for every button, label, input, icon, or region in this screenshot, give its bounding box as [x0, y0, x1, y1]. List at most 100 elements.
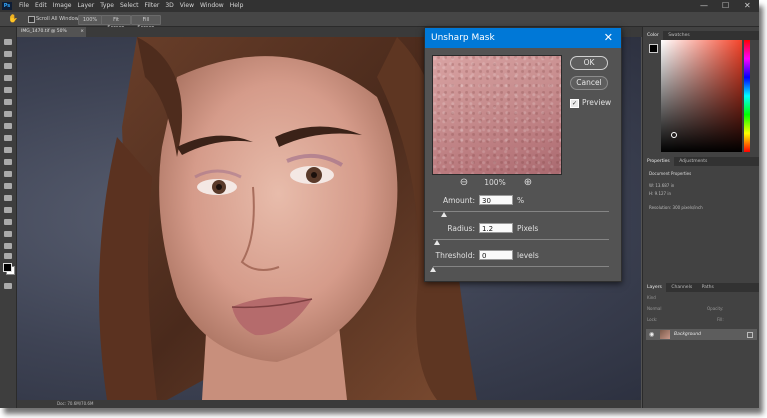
fit-screen-button[interactable]: Fit Screen: [101, 15, 131, 31]
zoom-100-button[interactable]: 100%: [78, 15, 102, 25]
dodge-tool-icon[interactable]: [4, 195, 12, 201]
width-value: W: 13.687 in: [649, 183, 675, 188]
cancel-button[interactable]: Cancel: [570, 76, 608, 90]
zoom-in-icon[interactable]: ⊕: [521, 176, 535, 190]
color-panel-foreground-swatch[interactable]: [649, 44, 658, 53]
blend-mode-select[interactable]: Normal: [647, 306, 661, 311]
menu-view[interactable]: View: [180, 0, 194, 12]
hand-tool-panel-icon[interactable]: [4, 243, 12, 249]
threshold-slider-track[interactable]: [433, 266, 609, 267]
window-close-icon[interactable]: ✕: [744, 0, 751, 12]
photoshop-logo-icon: Ps: [2, 2, 12, 10]
document-tab-close-icon[interactable]: ×: [80, 27, 84, 37]
clone-stamp-tool-icon[interactable]: [4, 135, 12, 141]
eyedropper-tool-icon[interactable]: [4, 99, 12, 105]
tools-panel: [0, 27, 17, 408]
scroll-all-windows-label: Scroll All Windows: [36, 16, 82, 22]
document-properties-label: Document Properties: [649, 171, 692, 176]
menu-select[interactable]: Select: [120, 0, 139, 12]
document-tab[interactable]: IMG_1470.tif @ 50% (RGB/8*) ×: [17, 27, 87, 44]
menu-type[interactable]: Type: [100, 0, 114, 12]
filter-preview-window[interactable]: [432, 55, 562, 175]
radius-unit: Pixels: [517, 224, 539, 233]
threshold-input[interactable]: 0: [479, 250, 513, 260]
status-bar: Doc: 70.6M/70.6M: [17, 400, 641, 408]
crop-tool-icon[interactable]: [4, 87, 12, 93]
ok-button[interactable]: OK: [570, 56, 608, 70]
menu-layer[interactable]: Layer: [77, 0, 94, 12]
maximize-icon[interactable]: ☐: [722, 0, 729, 12]
pen-tool-icon[interactable]: [4, 207, 12, 213]
photoshop-window: Ps File Edit Image Layer Type Select Fil…: [0, 0, 759, 408]
resolution-value: Resolution: 300 pixels/inch: [649, 205, 703, 210]
height-value: H: 9.127 in: [649, 191, 671, 196]
tab-adjustments[interactable]: Adjustments: [675, 157, 711, 166]
radius-slider-track[interactable]: [433, 239, 609, 240]
eraser-tool-icon[interactable]: [4, 159, 12, 165]
hue-slider[interactable]: [744, 40, 750, 152]
foreground-color-swatch[interactable]: [3, 263, 12, 272]
hand-tool-icon[interactable]: ✋: [8, 14, 18, 24]
preview-label: Preview: [582, 98, 612, 107]
tab-swatches[interactable]: Swatches: [664, 31, 694, 40]
threshold-label: Threshold:: [435, 251, 476, 260]
fill-screen-button[interactable]: Fill Screen: [131, 15, 161, 31]
type-tool-icon[interactable]: [4, 219, 12, 225]
healing-brush-tool-icon[interactable]: [4, 111, 12, 117]
menu-bar: Ps File Edit Image Layer Type Select Fil…: [0, 0, 759, 12]
dialog-title: Unsharp Mask: [431, 33, 495, 43]
radius-input[interactable]: 1.2: [479, 223, 513, 233]
gradient-tool-icon[interactable]: [4, 171, 12, 177]
dialog-close-icon[interactable]: ✕: [604, 28, 613, 48]
amount-label: Amount:: [443, 196, 475, 205]
move-tool-icon[interactable]: [4, 39, 12, 45]
lock-row: Lock: Fill:: [647, 317, 755, 325]
layers-panel-tabs: Layers Channels Paths: [643, 283, 759, 292]
marquee-tool-icon[interactable]: [4, 51, 12, 57]
quick-mask-icon[interactable]: [4, 283, 12, 289]
menu-help[interactable]: Help: [230, 0, 244, 12]
zoom-out-icon[interactable]: ⊖: [457, 176, 471, 190]
layer-kind-filter[interactable]: Kind: [647, 295, 656, 300]
blur-tool-icon[interactable]: [4, 183, 12, 189]
menu-3d[interactable]: 3D: [165, 0, 173, 12]
tab-properties[interactable]: Properties: [643, 157, 674, 166]
radius-label: Radius:: [447, 224, 475, 233]
layer-name: Background: [674, 332, 701, 337]
preview-checkbox[interactable]: ✓: [570, 99, 579, 108]
preview-zoom-level: 100%: [484, 178, 506, 187]
lock-label: Lock:: [647, 317, 658, 322]
tab-layers[interactable]: Layers: [643, 283, 666, 292]
menu-window[interactable]: Window: [200, 0, 224, 12]
radius-slider-thumb[interactable]: [433, 240, 440, 245]
menu-filter[interactable]: Filter: [145, 0, 160, 12]
menu-edit[interactable]: Edit: [35, 0, 47, 12]
threshold-slider-thumb[interactable]: [430, 267, 436, 272]
menu-image[interactable]: Image: [53, 0, 72, 12]
history-brush-tool-icon[interactable]: [4, 147, 12, 153]
tab-channels[interactable]: Channels: [667, 283, 696, 292]
layer-filter-row[interactable]: Kind: [647, 295, 755, 303]
quick-select-tool-icon[interactable]: [4, 75, 12, 81]
amount-slider-track[interactable]: [433, 211, 609, 212]
dialog-title-bar[interactable]: Unsharp Mask ✕: [425, 28, 621, 48]
lasso-tool-icon[interactable]: [4, 63, 12, 69]
color-panel-tabs: Color Swatches: [643, 31, 759, 40]
scroll-all-windows-checkbox[interactable]: [28, 16, 35, 23]
path-select-tool-icon[interactable]: [4, 231, 12, 237]
color-picker-cursor-icon[interactable]: [671, 132, 677, 138]
fill-label: Fill:: [717, 317, 724, 322]
tab-paths[interactable]: Paths: [698, 283, 718, 292]
zoom-tool-icon[interactable]: [4, 253, 12, 259]
amount-unit: %: [517, 196, 525, 205]
minimize-icon[interactable]: —: [700, 0, 708, 12]
layer-row-background[interactable]: ◉ Background: [646, 329, 757, 340]
amount-slider-thumb[interactable]: [440, 212, 447, 217]
tab-color[interactable]: Color: [643, 31, 663, 40]
layer-visibility-eye-icon[interactable]: ◉: [649, 329, 654, 340]
brush-tool-icon[interactable]: [4, 123, 12, 129]
amount-input[interactable]: 30: [479, 195, 513, 205]
menu-file[interactable]: File: [19, 0, 29, 12]
blend-mode-row: Normal Opacity:: [647, 306, 755, 314]
color-picker-field[interactable]: [661, 40, 742, 152]
